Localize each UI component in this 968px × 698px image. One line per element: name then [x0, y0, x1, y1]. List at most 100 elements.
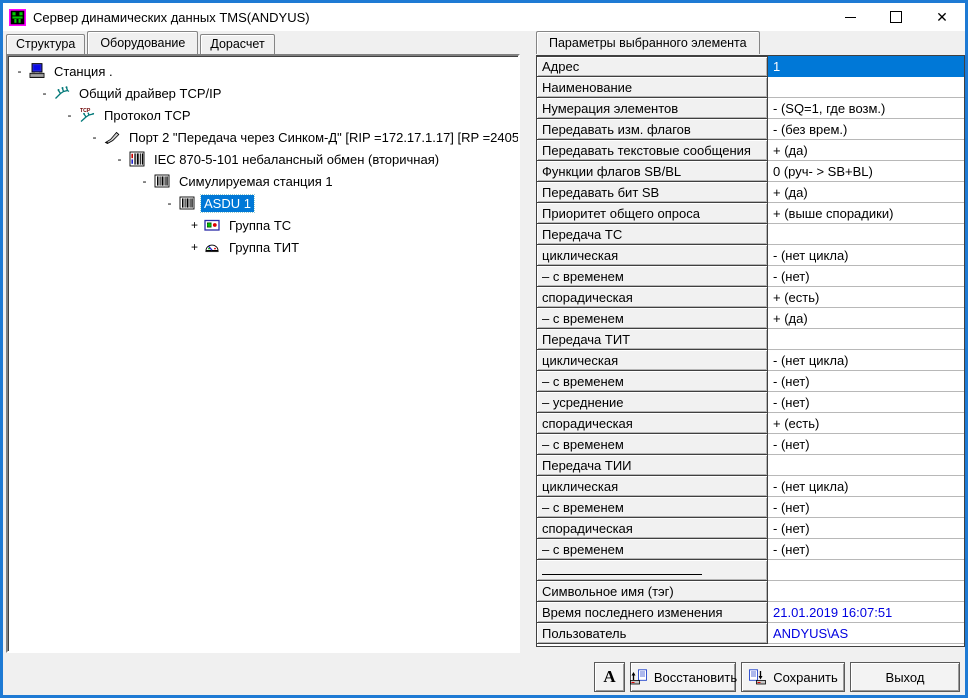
tree-item-label[interactable]: Станция . [51, 63, 116, 80]
driver-icon [53, 85, 71, 101]
tree-item-label[interactable]: Общий драйвер TCP/IP [76, 85, 224, 102]
param-value[interactable]: - (нет цикла) [768, 476, 964, 497]
param-value[interactable]: 21.01.2019 16:07:51 [768, 602, 964, 623]
maximize-button[interactable] [873, 3, 919, 31]
tree-expander-icon[interactable]: - [64, 109, 75, 121]
param-value[interactable]: + (есть) [768, 287, 964, 308]
close-icon: ✕ [936, 10, 948, 24]
tree-item[interactable]: - IEC 870-5-101 небалансный обмен (вторич… [8, 148, 518, 170]
equipment-tree: -Станция .-Общий драйвер TCP/IP-TCPПрото… [6, 54, 520, 653]
tree-expander-icon[interactable]: - [139, 175, 150, 187]
tree-expander-icon[interactable]: + [189, 219, 200, 231]
param-value[interactable] [768, 581, 964, 602]
tree-item-label[interactable]: ASDU 1 [201, 195, 254, 212]
param-value[interactable]: + (да) [768, 308, 964, 329]
param-value[interactable]: - (нет) [768, 434, 964, 455]
param-value[interactable]: + (да) [768, 182, 964, 203]
param-value[interactable]: - (нет цикла) [768, 350, 964, 371]
param-value[interactable]: - (SQ=1, где возм.) [768, 98, 964, 119]
param-row: спорадическая- (нет) [537, 518, 964, 539]
param-row: – с временем- (нет) [537, 266, 964, 287]
param-label: спорадическая [536, 286, 768, 308]
param-row: Передача ТИТ [537, 329, 964, 350]
save-icon [748, 669, 767, 685]
param-value[interactable] [768, 77, 964, 98]
param-value[interactable]: + (есть) [768, 413, 964, 434]
tree-item-label[interactable]: IEC 870-5-101 небалансный обмен (вторичн… [151, 151, 442, 168]
tree-expander-icon[interactable]: + [189, 241, 200, 253]
tree-item[interactable]: - Симулируемая станция 1 [8, 170, 518, 192]
exit-button[interactable]: Выход [850, 662, 960, 692]
tree-item[interactable]: - Порт 2 "Передача через Синком-Д" [RIP =… [8, 126, 518, 148]
param-value[interactable]: 0 (руч- > SB+BL) [768, 161, 964, 182]
tree-expander-icon[interactable]: - [114, 153, 125, 165]
tree-expander-icon[interactable]: - [89, 131, 100, 143]
param-row: Функции флагов SB/BL0 (руч- > SB+BL) [537, 161, 964, 182]
param-label: – усреднение [536, 391, 768, 413]
app-window: Сервер динамических данных TMS(ANDYUS) ✕… [0, 0, 968, 698]
param-label: – с временем [536, 433, 768, 455]
param-row: Передавать текстовые сообщения+ (да) [537, 140, 964, 161]
param-value[interactable] [768, 329, 964, 350]
param-value[interactable]: + (да) [768, 140, 964, 161]
close-button[interactable]: ✕ [919, 3, 965, 31]
tree-expander-icon[interactable]: - [164, 197, 175, 209]
param-row: Нумерация элементов- (SQ=1, где возм.) [537, 98, 964, 119]
tab-active-оборудование[interactable]: Оборудование [87, 31, 198, 54]
tree-item[interactable]: + Группа ТС [8, 214, 518, 236]
param-row: – с временем- (нет) [537, 539, 964, 560]
restore-icon [629, 669, 648, 685]
tree-item[interactable]: - Станция . [8, 60, 518, 82]
param-value[interactable] [768, 560, 964, 581]
workstation-icon [28, 63, 46, 79]
param-label: Время последнего изменения [536, 601, 768, 623]
param-row: циклическая- (нет цикла) [537, 245, 964, 266]
tree-expander-icon[interactable]: - [39, 87, 50, 99]
tree-item[interactable]: + Группа ТИТ [8, 236, 518, 258]
param-value[interactable]: - (нет) [768, 539, 964, 560]
restore-button-label: Восстановить [654, 670, 737, 685]
param-value[interactable]: + (выше спорадики) [768, 203, 964, 224]
param-value[interactable]: ANDYUS\AS [768, 623, 964, 644]
param-value[interactable] [768, 224, 964, 245]
group-tit-icon [203, 239, 221, 255]
param-value[interactable]: - (нет) [768, 392, 964, 413]
param-row: спорадическая+ (есть) [537, 413, 964, 434]
tab-selected-element-params[interactable]: Параметры выбранного элемента [536, 31, 760, 54]
tree-expander-icon[interactable]: - [14, 65, 25, 77]
param-label: – с временем [536, 496, 768, 518]
param-label: циклическая [536, 244, 768, 266]
param-row: циклическая- (нет цикла) [537, 350, 964, 371]
tree-item-label[interactable]: Порт 2 "Передача через Синком-Д" [RIP =1… [126, 129, 520, 146]
param-value[interactable] [768, 455, 964, 476]
tree-item[interactable]: -TCP Протокол TCP [8, 104, 518, 126]
right-tab-strip: Параметры выбранного элемента [536, 33, 762, 54]
param-value[interactable]: - (нет) [768, 497, 964, 518]
param-row: Передача ТС [537, 224, 964, 245]
param-value[interactable]: - (нет) [768, 518, 964, 539]
save-button[interactable]: Сохранить [741, 662, 845, 692]
tree-item-label[interactable]: Группа ТС [226, 217, 294, 234]
tree-item-label[interactable]: Протокол TCP [101, 107, 194, 124]
tree-item-label[interactable]: Симулируемая станция 1 [176, 173, 336, 190]
param-value[interactable]: - (нет цикла) [768, 245, 964, 266]
param-separator [536, 559, 768, 581]
param-value[interactable]: 1 [768, 56, 964, 77]
tab-дорасчет[interactable]: Дорасчет [200, 34, 274, 54]
param-value[interactable]: - (нет) [768, 371, 964, 392]
param-label: Приоритет общего опроса [536, 202, 768, 224]
tree-item[interactable]: - Общий драйвер TCP/IP [8, 82, 518, 104]
param-value[interactable]: - (без врем.) [768, 119, 964, 140]
restore-button[interactable]: Восстановить [630, 662, 736, 692]
tree-item-label[interactable]: Группа ТИТ [226, 239, 302, 256]
tree-item[interactable]: - ASDU 1 [8, 192, 518, 214]
svg-text:TCP: TCP [80, 108, 91, 114]
param-row: – усреднение- (нет) [537, 392, 964, 413]
tab-структура[interactable]: Структура [6, 34, 85, 54]
font-button[interactable]: A [594, 662, 625, 692]
left-tab-strip: СтруктураОборудованиеДорасчет [6, 33, 277, 54]
param-label: Передавать изм. флагов [536, 118, 768, 140]
param-label: Нумерация элементов [536, 97, 768, 119]
minimize-button[interactable] [827, 3, 873, 31]
param-value[interactable]: - (нет) [768, 266, 964, 287]
